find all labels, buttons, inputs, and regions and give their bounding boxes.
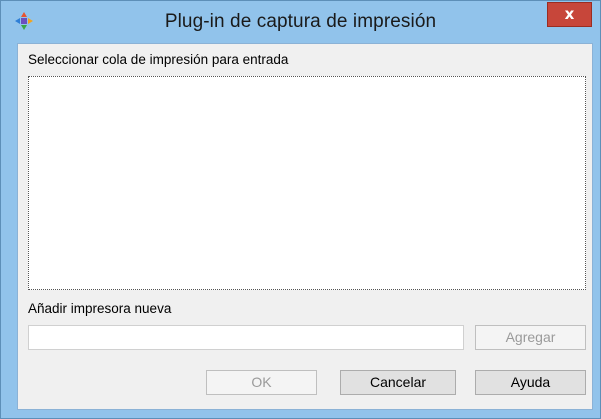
- ok-button[interactable]: OK: [206, 370, 317, 395]
- queue-list-label: Seleccionar cola de impresión para entra…: [28, 52, 289, 67]
- help-button[interactable]: Ayuda: [475, 370, 586, 395]
- add-button[interactable]: Agregar: [475, 325, 586, 350]
- window-title: Plug-in de captura de impresión: [164, 11, 437, 32]
- cancel-button[interactable]: Cancelar: [340, 370, 456, 395]
- new-printer-label: Añadir impresora nueva: [28, 301, 172, 316]
- print-queue-list[interactable]: [28, 76, 586, 290]
- close-icon: x: [564, 5, 575, 23]
- dialog-body: Seleccionar cola de impresión para entra…: [17, 43, 593, 410]
- new-printer-input[interactable]: [28, 325, 464, 350]
- close-button[interactable]: x: [547, 2, 592, 27]
- print-capture-dialog: Plug-in de captura de impresión x Selecc…: [0, 0, 601, 419]
- title-bar[interactable]: Plug-in de captura de impresión x: [1, 1, 600, 41]
